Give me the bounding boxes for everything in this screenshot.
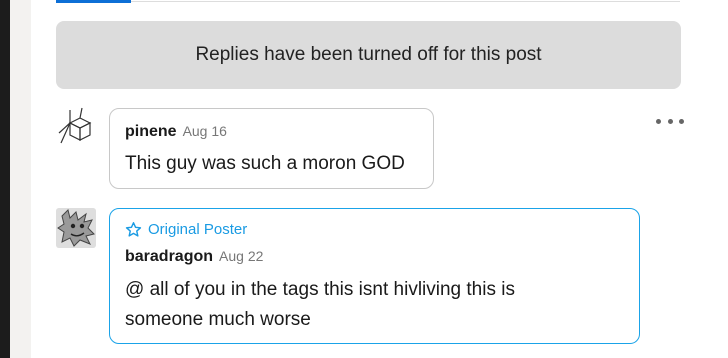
avatar-pinene[interactable]	[56, 107, 96, 147]
comment-date: Aug 22	[219, 248, 264, 264]
comment-baradragon: Original Poster baradragon Aug 22 @ all …	[109, 208, 640, 344]
comment-meta: baradragon Aug 22	[125, 248, 263, 266]
avatar-baradragon[interactable]	[56, 208, 96, 248]
more-dot	[656, 118, 661, 124]
avatar-cube-icon	[58, 107, 92, 144]
active-tab-indicator	[56, 0, 131, 3]
avatar-dragon-icon	[56, 208, 96, 248]
comment-pinene: pinene Aug 16 This guy was such a moron …	[109, 108, 434, 189]
tab-divider	[56, 1, 680, 2]
star-icon	[125, 222, 142, 237]
badge-label: Original Poster	[148, 221, 248, 238]
comment-date: Aug 16	[182, 123, 227, 139]
comment-body: This guy was such a moron GOD	[125, 153, 405, 174]
replies-off-notice: Replies have been turned off for this po…	[56, 21, 681, 89]
original-poster-badge: Original Poster	[125, 221, 247, 238]
username[interactable]: baradragon	[125, 248, 213, 266]
comment-body: @ all of you in the tags this isnt hivli…	[125, 279, 515, 330]
replies-off-text: Replies have been turned off for this po…	[195, 44, 542, 65]
left-frame	[0, 0, 31, 358]
more-dot	[667, 118, 673, 124]
more-dot	[679, 118, 684, 124]
more-options-button[interactable]	[656, 112, 684, 130]
username[interactable]: pinene	[125, 123, 177, 141]
comment-meta: pinene Aug 16	[125, 123, 227, 141]
